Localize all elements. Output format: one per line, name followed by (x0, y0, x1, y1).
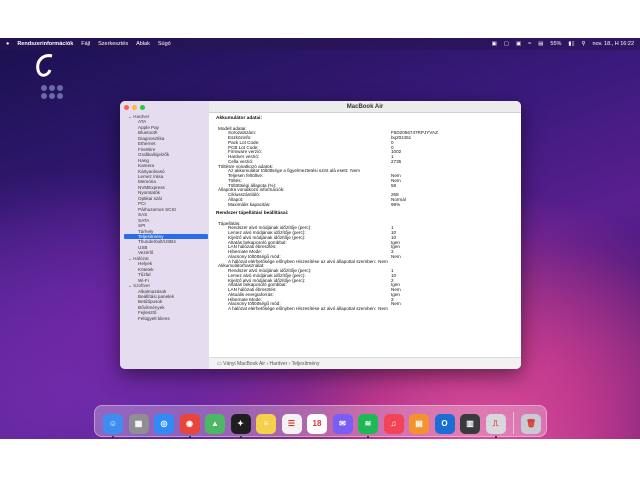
search-icon[interactable]: ⚲ (581, 41, 585, 47)
system-information-window: ⌄ Hardver ATA Apple Pay Bluetooth Diagnoszti… (120, 101, 521, 369)
trash-icon[interactable]: 🗑 (521, 414, 541, 434)
sidebar: ⌄ Hardver ATA Apple Pay Bluetooth Diagnoszti… (120, 101, 209, 369)
info-value: 2735 (391, 158, 402, 164)
path-bar: ▭ Ványi MacBook Air › Hardver › Teljesít… (209, 357, 521, 369)
info-value: Nem (391, 301, 401, 307)
info-key: Akkumulátor adatai: (216, 116, 263, 121)
zoom-button[interactable] (140, 105, 145, 110)
chrome-icon[interactable]: ◉ (179, 414, 200, 434)
battery-icon[interactable]: ▮▯ (568, 41, 574, 47)
outlook-icon[interactable]: O (434, 414, 455, 434)
info-value: Nem (378, 306, 388, 311)
dock: ☺ ▦ ◎ ◉ ▲ ✦ ≡ ☰ 18 ✉ ≋ ♫ ▤ O ▥ ⎍ 🗑 (94, 405, 547, 438)
path-text: Ványi MacBook Air › Hardver › Teljesítmé… (223, 361, 320, 367)
detail-pane: Akkumulátor adatai: Modell adatai: Sorozat… (216, 116, 516, 357)
finder-icon[interactable]: ☺ (103, 414, 123, 434)
info-value: Nem (391, 253, 401, 259)
running-indicator (367, 436, 369, 438)
info-row: A hálózat elérhetősége előnyben részesít… (216, 306, 516, 312)
clock[interactable]: nov. 18., H 16:22 (593, 41, 634, 47)
close-button[interactable] (124, 105, 129, 110)
dock-separator (513, 412, 514, 434)
books-icon[interactable]: ▤ (409, 414, 429, 434)
info-value: Nem (378, 258, 388, 264)
display-icon[interactable]: ▢ (504, 41, 509, 47)
wifi-icon[interactable]: ≈ (528, 41, 531, 47)
running-indicator (188, 436, 191, 438)
safari-icon[interactable]: ◎ (154, 414, 174, 434)
running-indicator (239, 436, 242, 438)
app-menu[interactable]: Rendszerinformációk (17, 41, 73, 47)
lock-icon[interactable]: ▣ (516, 41, 521, 47)
launchpad-icon[interactable]: ▦ (128, 414, 149, 434)
spotify-icon[interactable]: ≋ (358, 414, 378, 434)
battery-percent[interactable]: 55% (550, 41, 561, 47)
figma-icon[interactable]: ✦ (230, 414, 251, 434)
calendar-icon[interactable]: 18 (307, 414, 327, 434)
category-tree: ⌄ Hardver ATA Apple Pay Bluetooth Diagnoszti… (124, 114, 208, 321)
status-area: ▣ ▢ ▣ ≈ ▤ 55% ▮▯ ⚲ nov. 18., H 16:22 (485, 41, 634, 47)
reminders-icon[interactable]: ☰ (281, 414, 302, 434)
menu-help[interactable]: Súgó (158, 41, 171, 47)
control-center-icon[interactable]: ▤ (538, 41, 543, 47)
apple-menu-icon[interactable]: ● (6, 41, 9, 47)
menu-window[interactable]: Ablak (136, 41, 150, 47)
maps-icon[interactable]: ▲ (205, 414, 225, 434)
running-indicator (494, 436, 497, 438)
notes-icon[interactable]: ≡ (256, 414, 276, 434)
window-title: MacBook Air (209, 101, 521, 113)
system-information-icon[interactable]: ⎍ (485, 414, 506, 434)
menu-file[interactable]: Fájl (81, 41, 90, 47)
music-icon[interactable]: ♫ (383, 414, 404, 434)
info-value: bq20z451 (391, 135, 412, 140)
info-key: Rendszer tápellátási beállításai: (216, 211, 289, 216)
watermark-logo-icon (36, 54, 63, 99)
info-key: A hálózat elérhetősége előnyben részesít… (228, 306, 377, 311)
sidebar-item[interactable]: Felügyelt kliens (124, 316, 208, 321)
screen-mirroring-icon[interactable]: ▣ (492, 41, 497, 47)
calculator-icon[interactable]: ▥ (460, 414, 480, 434)
menu-edit[interactable]: Szerkesztés (98, 41, 128, 47)
info-key: Maximális kapacitás: (228, 201, 271, 207)
desktop: ● Rendszerinformációk Fájl Szerkesztés A… (0, 38, 640, 439)
menu-bar: ● Rendszerinformációk Fájl Szerkesztés A… (0, 38, 640, 50)
info-value: 58 (391, 182, 397, 188)
minimize-button[interactable] (132, 105, 137, 110)
running-indicator (112, 436, 114, 438)
info-value: 98% (391, 201, 401, 207)
messenger-icon[interactable]: ✉ (332, 414, 353, 434)
